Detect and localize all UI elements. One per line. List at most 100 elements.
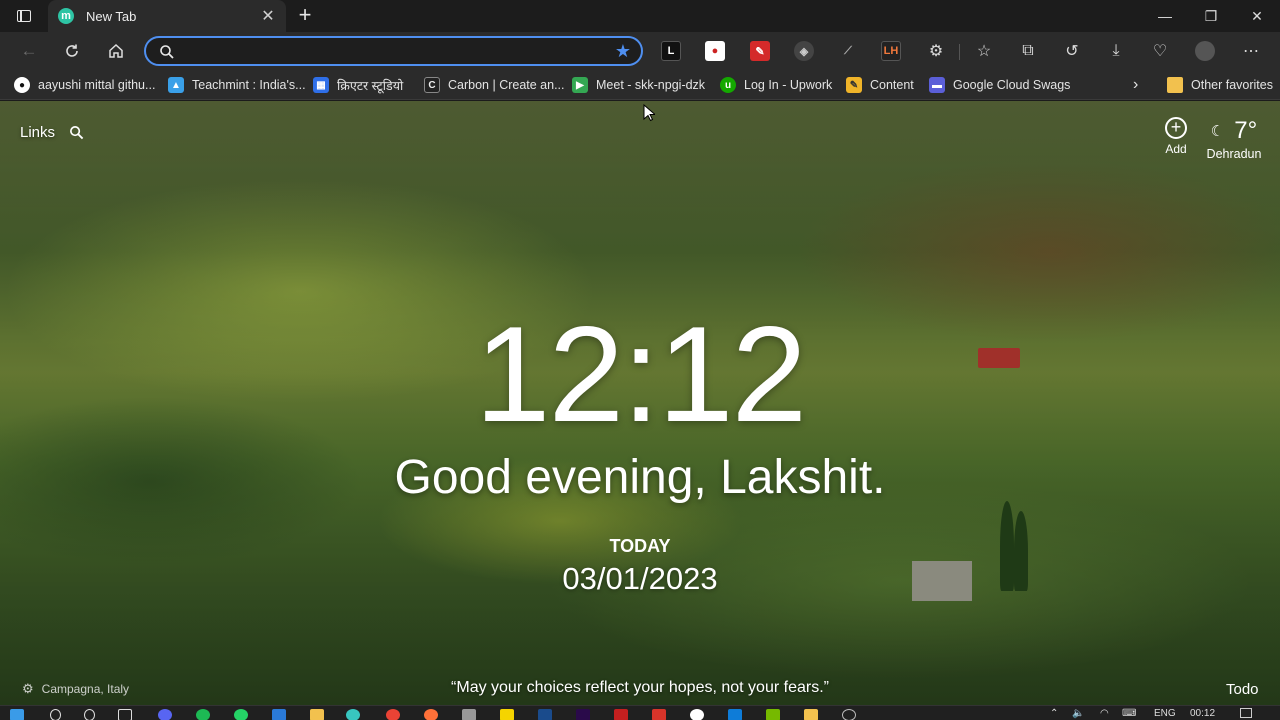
extension-pen-icon[interactable]: ✎ (750, 41, 770, 61)
temperature: 7° (1234, 117, 1258, 144)
favorite-item[interactable]: ▬ Google Cloud Swags (929, 76, 1070, 94)
favorite-item[interactable]: C Carbon | Create an... (424, 76, 565, 94)
refresh-icon (66, 44, 78, 57)
links-label: Links (20, 124, 56, 141)
search-icon[interactable] (69, 125, 84, 140)
favorite-item[interactable]: ▲ Teachmint : India's... (168, 76, 306, 94)
sticky-notes-icon[interactable] (500, 709, 514, 720)
task-view-icon[interactable] (118, 709, 132, 720)
whatsapp-icon[interactable] (234, 709, 248, 720)
favorite-label: Teachmint : India's... (192, 78, 306, 92)
other-favorites-folder[interactable]: Other favorites (1167, 76, 1273, 94)
tab-actions-menu-button[interactable] (8, 4, 40, 28)
search-icon[interactable] (50, 709, 61, 720)
collections-icon[interactable]: ⧉ (1018, 41, 1038, 61)
volume-icon[interactable]: 🔈 (1072, 708, 1084, 719)
favorite-item[interactable]: ✎ Content (846, 76, 914, 94)
chrome-icon[interactable] (386, 709, 400, 720)
refresh-button[interactable] (57, 37, 87, 65)
upwork-icon: u (720, 77, 736, 93)
app-icon[interactable] (462, 709, 476, 720)
address-bar[interactable]: ★ (144, 36, 643, 66)
settings-more-button[interactable]: ⋯ (1241, 41, 1261, 61)
add-widget-button[interactable]: + Add (1160, 117, 1192, 156)
today-label: TODAY (609, 536, 671, 556)
other-favorites-label: Other favorites (1191, 78, 1273, 92)
tab-favicon-icon: m (58, 8, 74, 24)
links-widget[interactable]: Links (20, 124, 84, 141)
app-icon[interactable] (652, 709, 666, 720)
favorite-label: क्रिएटर स्टूडियो (337, 78, 404, 93)
favorites-icon[interactable]: ☆ (974, 41, 994, 61)
windows-taskbar: ⌃ 🔈 ◠ ⌨ ENG 00:12 (0, 705, 1280, 720)
cortana-icon[interactable] (84, 709, 95, 720)
mail-icon[interactable] (272, 709, 286, 720)
favorite-item[interactable]: ▦ क्रिएटर स्टूडियो (313, 76, 403, 94)
new-tab-button[interactable]: + (292, 4, 318, 28)
weather-city: Dehradun (1206, 147, 1262, 161)
discord-icon[interactable] (158, 709, 172, 720)
wifi-icon[interactable]: ◠ (1100, 708, 1109, 719)
extension-lh-icon[interactable]: LH (881, 41, 901, 61)
profile-avatar[interactable] (1195, 41, 1215, 61)
extension-avatar-icon[interactable]: ● (705, 41, 725, 61)
folder-icon[interactable] (804, 709, 818, 720)
tab-close-button[interactable]: ✕ (260, 6, 276, 26)
todo-button[interactable]: Todo (1226, 681, 1259, 698)
app-icon[interactable] (690, 709, 704, 720)
google-meet-icon: ▶ (572, 77, 588, 93)
firefox-icon[interactable] (424, 709, 438, 720)
extension-l-icon[interactable]: L (661, 41, 681, 61)
keyboard-icon[interactable]: ⌨ (1122, 708, 1136, 719)
favorites-bar: ● aayushi mittal githu... ▲ Teachmint : … (0, 70, 1280, 100)
app-icon[interactable] (728, 709, 742, 720)
greeting-text[interactable]: Good evening, Lakshit. (0, 453, 1280, 503)
favorite-item[interactable]: ▶ Meet - skk-npgi-dzk (572, 76, 705, 94)
address-input[interactable] (180, 42, 600, 60)
favorites-overflow-chevron-icon[interactable]: › (1133, 76, 1138, 94)
search-icon (160, 45, 174, 59)
premiere-pro-icon[interactable] (576, 709, 590, 720)
navigation-toolbar: ← ★ L ● ✎ ◈ ⟋ LH ⚙ ☆ ⧉ ↺ ⤓ ♡ ⋯ (0, 32, 1280, 70)
teachmint-icon: ▲ (168, 77, 184, 93)
mouse-cursor-icon (643, 104, 655, 122)
edge-browser-icon[interactable] (346, 709, 360, 720)
history-icon[interactable]: ↺ (1062, 41, 1082, 61)
favorite-label: Content (870, 78, 914, 92)
spotify-icon[interactable] (196, 709, 210, 720)
taskbar-clock[interactable]: 00:12 (1190, 708, 1215, 719)
carbon-icon: C (424, 77, 440, 93)
favorite-star-button[interactable]: ★ (615, 42, 631, 60)
favorite-label: Log In - Upwork (744, 78, 833, 92)
favorite-item[interactable]: u Log In - Upwork (720, 76, 832, 94)
tray-chevron-icon[interactable]: ⌃ (1050, 708, 1058, 719)
tab-title: New Tab (86, 8, 137, 24)
home-button[interactable] (101, 37, 131, 65)
ublock-icon[interactable]: ◈ (794, 41, 814, 61)
moon-icon: ☾ (1210, 123, 1225, 140)
notification-center-icon[interactable] (1240, 708, 1252, 718)
nvidia-icon[interactable] (766, 709, 780, 720)
new-tab-page: Links + Add ☾ 7° Dehradun 12:12 Good eve… (0, 101, 1280, 705)
app-icon[interactable] (614, 709, 628, 720)
restore-button[interactable]: ❐ (1188, 0, 1234, 32)
weather-widget[interactable]: ☾ 7° Dehradun (1200, 117, 1268, 161)
downloads-icon[interactable]: ⤓ (1106, 41, 1126, 61)
extensions-icon[interactable]: ⚙ (926, 41, 946, 61)
file-explorer-icon[interactable] (310, 709, 324, 720)
app-icon[interactable] (538, 709, 552, 720)
back-button[interactable]: ← (14, 37, 44, 65)
windows-start-icon[interactable] (10, 709, 24, 720)
extension-tool-icon[interactable]: ⟋ (838, 41, 858, 61)
tab-new-tab[interactable]: m New Tab ✕ (48, 0, 286, 32)
minimize-button[interactable]: — (1142, 0, 1188, 32)
browser-essentials-icon[interactable]: ♡ (1150, 41, 1170, 61)
language-indicator[interactable]: ENG (1154, 708, 1176, 719)
favorite-label: Carbon | Create an... (448, 78, 565, 92)
tab-actions-icon (17, 10, 31, 22)
app-icon[interactable] (842, 709, 856, 720)
close-window-button[interactable]: ✕ (1234, 0, 1280, 32)
clock-time: 12:12 (474, 298, 807, 450)
favorite-item[interactable]: ● aayushi mittal githu... (14, 76, 155, 94)
favorite-label: aayushi mittal githu... (38, 78, 156, 92)
